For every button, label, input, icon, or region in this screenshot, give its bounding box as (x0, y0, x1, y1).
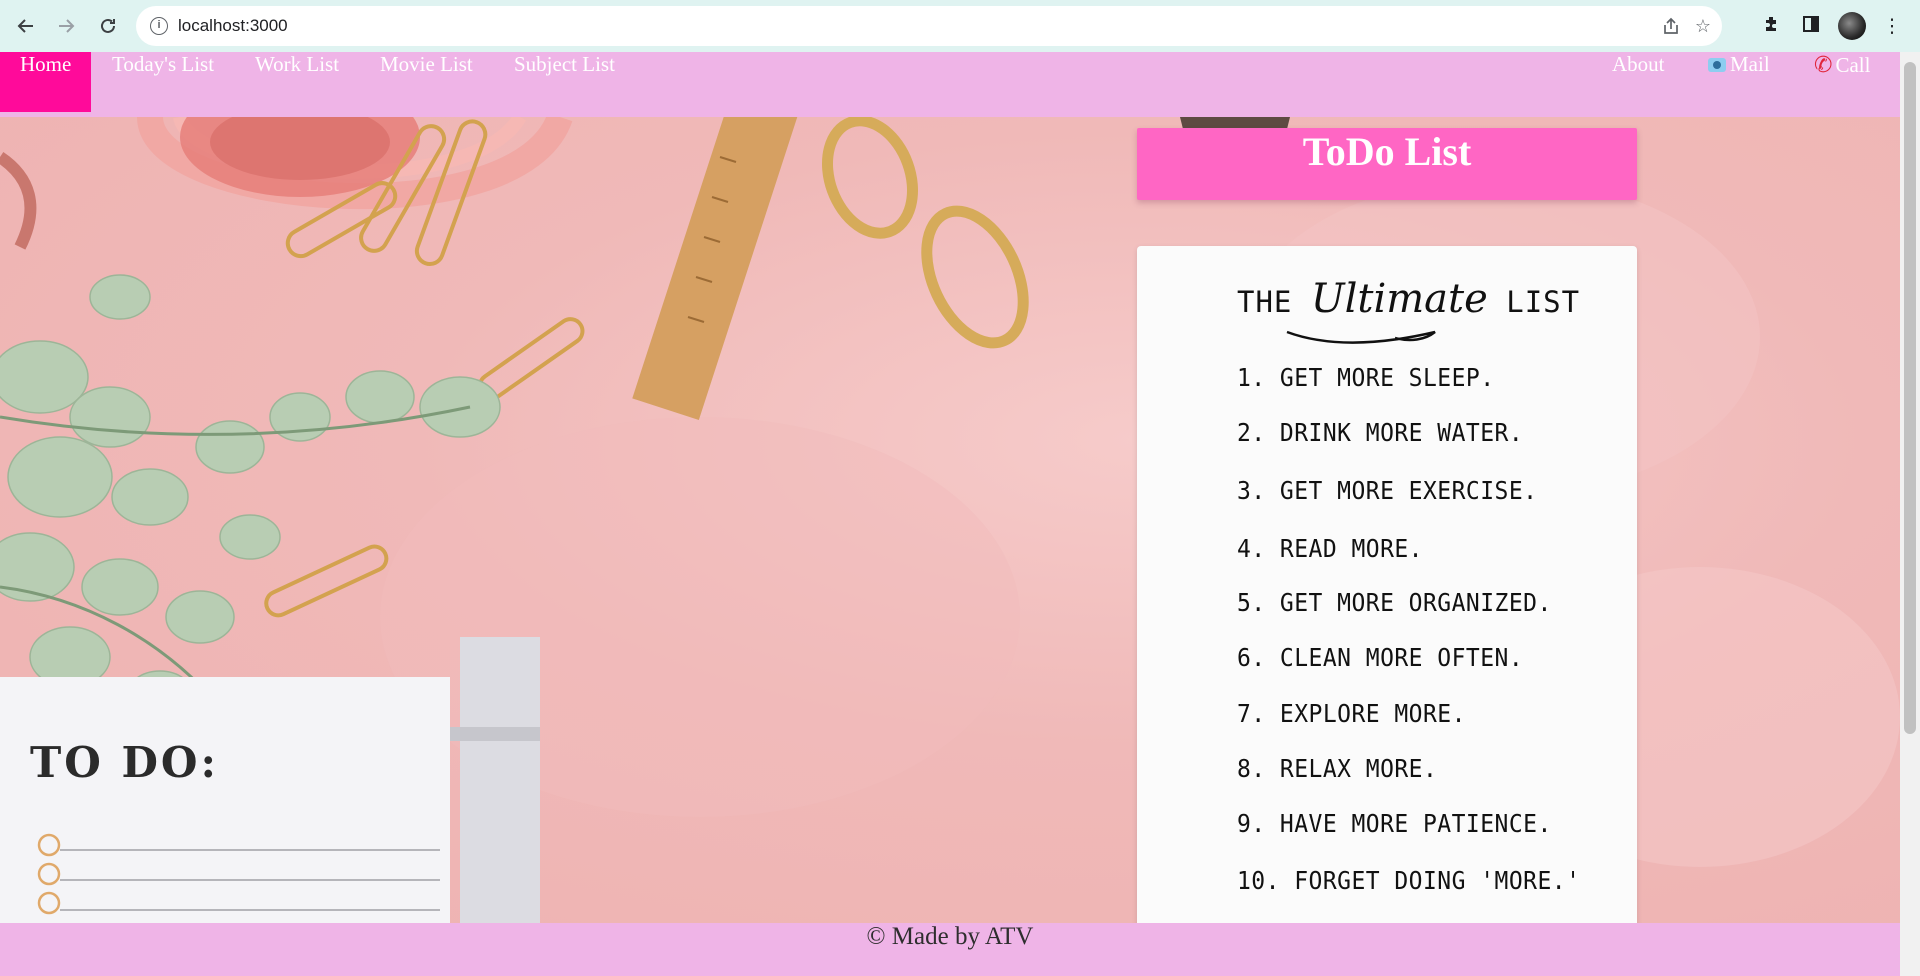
list-item: 10. FORGET DOING 'MORE.' (1237, 866, 1581, 895)
nav-call[interactable]: ✆ Call (1796, 52, 1890, 112)
notepad-heading: TO DO: (30, 738, 219, 787)
menu-kebab-icon[interactable]: ⋮ (1880, 14, 1904, 38)
web-page: TO DO: Home Today's List Work List Movie… (0, 52, 1900, 976)
camera-icon (1708, 58, 1726, 72)
nav-work-list[interactable]: Work List (235, 52, 359, 112)
address-bar[interactable]: i localhost:3000 ☆ (136, 6, 1722, 46)
forward-icon[interactable] (50, 10, 82, 42)
footer: © Made by ATV (0, 923, 1900, 976)
nav-subject-list[interactable]: Subject List (494, 52, 635, 112)
phone-icon: ✆ (1814, 52, 1833, 77)
list-item: 8. RELAX MORE. (1237, 754, 1438, 783)
list-item: 4. READ MORE. (1237, 534, 1423, 563)
reload-icon[interactable] (92, 10, 124, 42)
nav-about[interactable]: About (1592, 52, 1685, 112)
nav-mail-label: Mail (1730, 52, 1770, 76)
bookmark-star-icon[interactable]: ☆ (1692, 16, 1714, 38)
browser-toolbar: i localhost:3000 ☆ ⋮ (0, 0, 1920, 52)
profile-avatar[interactable] (1838, 12, 1866, 40)
nav-home[interactable]: Home (0, 52, 92, 112)
list-item: 3. GET MORE EXERCISE. (1237, 476, 1538, 505)
title-underline-swash (1286, 330, 1436, 344)
back-icon[interactable] (10, 10, 42, 42)
nav-todays-list[interactable]: Today's List (92, 52, 234, 112)
address-url[interactable]: localhost:3000 (178, 16, 288, 36)
list-item: 2. DRINK MORE WATER. (1237, 418, 1524, 447)
scrollbar-thumb[interactable] (1904, 62, 1916, 734)
nav-call-label: Call (1835, 53, 1871, 77)
side-panel-icon[interactable] (1799, 14, 1823, 38)
page-scrollbar[interactable] (1900, 52, 1920, 976)
share-icon[interactable] (1660, 16, 1682, 38)
list-item: 1. GET MORE SLEEP. (1237, 363, 1495, 392)
nav-movie-list[interactable]: Movie List (360, 52, 493, 112)
list-item: 7. EXPLORE MORE. (1237, 699, 1466, 728)
list-item: 6. CLEAN MORE OFTEN. (1237, 643, 1524, 672)
navbar: Home Today's List Work List Movie List S… (0, 52, 1900, 117)
site-info-icon[interactable]: i (150, 17, 168, 35)
ultimate-list-card: THE Ultimate LIST 1. GET MORE SLEEP. 2. … (1137, 246, 1637, 936)
list-card-title: THE Ultimate LIST (1237, 276, 1581, 322)
list-item: 9. HAVE MORE PATIENCE. (1237, 809, 1552, 838)
nav-mail[interactable]: Mail (1690, 52, 1790, 112)
list-item: 5. GET MORE ORGANIZED. (1237, 588, 1552, 617)
todo-list-banner: ToDo List (1137, 128, 1637, 200)
extensions-icon[interactable] (1760, 14, 1784, 38)
